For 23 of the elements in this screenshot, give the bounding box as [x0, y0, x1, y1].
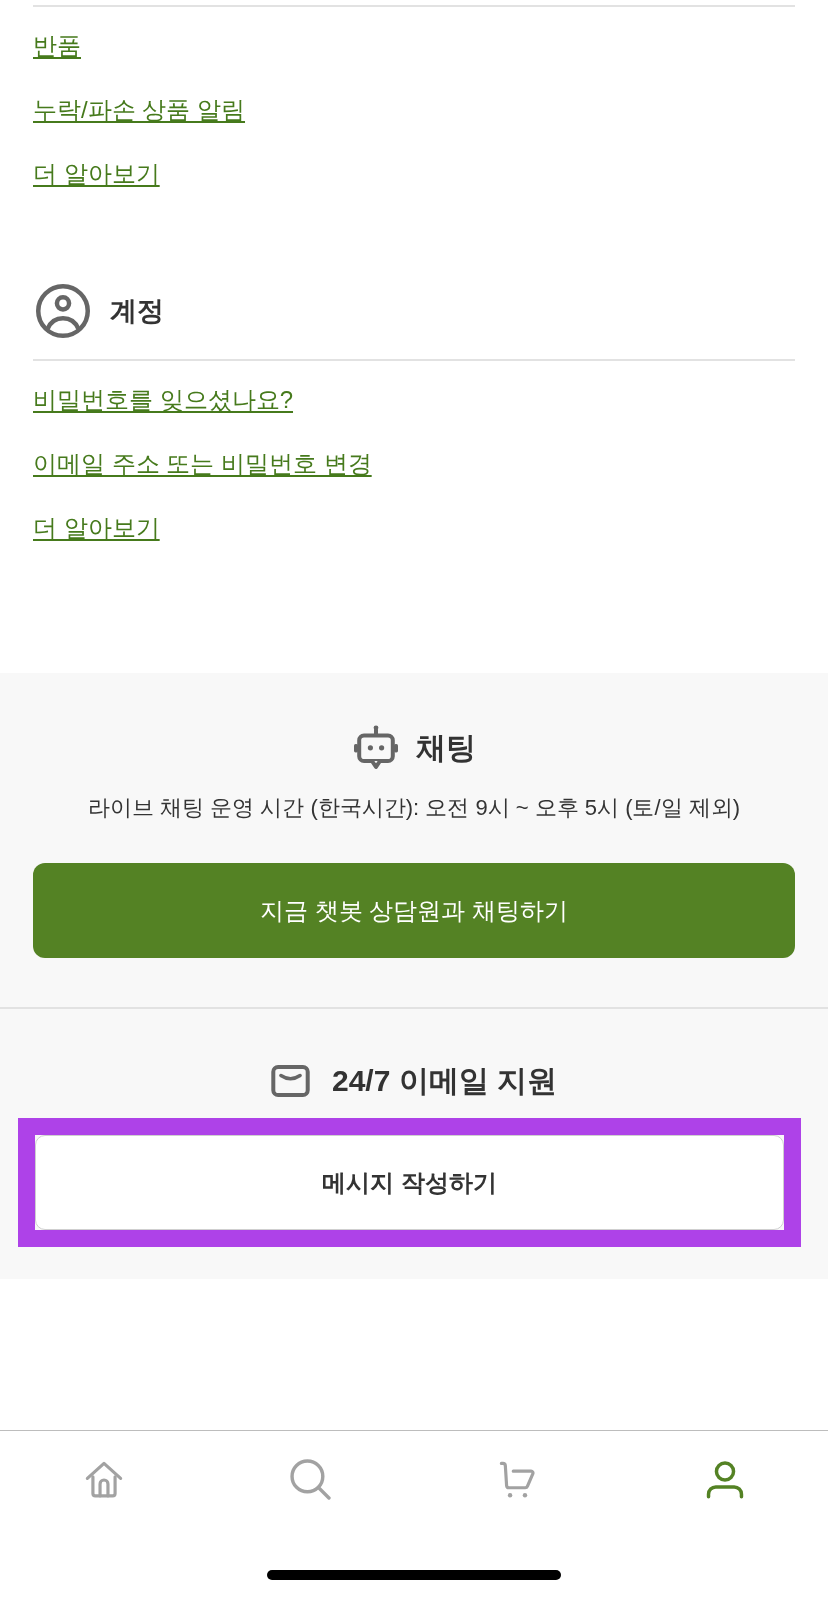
contact-title: 채팅 [416, 730, 476, 766]
contact-title: 24/7 이메일 지원 [331, 1063, 558, 1099]
envelope-icon [270, 1065, 310, 1097]
robot-icon [352, 725, 400, 771]
chat-button[interactable]: 지금 챗봇 상담원과 채팅하기 [33, 863, 795, 958]
account-circle-icon [36, 284, 90, 338]
chat-hours-text: 라이브 채팅 운영 시간 (한국시간): 오전 9시 ~ 오후 5시 (토/일 제외) [86, 794, 742, 822]
nav-tab[interactable] [84, 1460, 123, 1499]
help-link[interactable]: 이메일 주소 또는 비밀번호 변경 [33, 448, 372, 480]
section-title: 계정 [110, 295, 164, 328]
search-icon [290, 1459, 331, 1500]
home-icon [84, 1460, 123, 1499]
help-link[interactable]: 더 알아보기 [33, 158, 160, 190]
nav-tab[interactable] [498, 1460, 537, 1499]
help-link[interactable]: 반품 [33, 30, 81, 62]
nav-tab[interactable] [290, 1459, 331, 1500]
compose-message-button[interactable]: 메시지 작성하기 [35, 1135, 784, 1230]
cart-icon [498, 1460, 537, 1499]
help-link[interactable]: 누락/파손 상품 알림 [33, 94, 245, 126]
nav-tab[interactable] [705, 1460, 744, 1499]
help-link[interactable]: 비밀번호를 잊으셨나요? [33, 384, 293, 416]
help-link[interactable]: 더 알아보기 [33, 512, 160, 544]
person-icon [705, 1460, 744, 1499]
